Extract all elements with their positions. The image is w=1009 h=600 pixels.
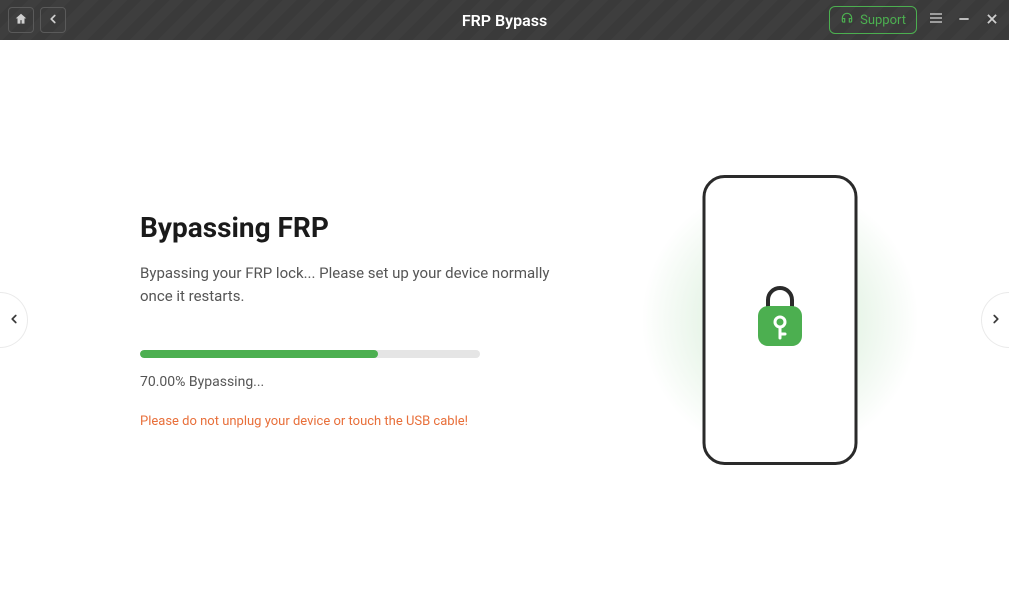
home-icon [14,11,28,30]
progress-fill [140,350,378,358]
back-button[interactable] [40,7,66,33]
close-button[interactable] [983,11,1001,29]
menu-button[interactable] [927,11,945,29]
chevron-right-icon [989,311,1003,330]
status-description: Bypassing your FRP lock... Please set up… [140,262,560,309]
carousel-prev-button[interactable] [0,292,28,348]
progress-track [140,350,480,358]
phone-illustration [680,170,880,470]
chevron-left-icon [46,11,60,30]
progress-status: Bypassing... [189,374,264,390]
chevron-left-icon [7,311,21,330]
titlebar-right: Support [829,6,1001,34]
progress-percent: 70.00% [140,374,185,390]
support-button[interactable]: Support [829,6,917,34]
titlebar-left [8,7,66,33]
support-label: Support [860,13,906,28]
status-panel: Bypassing FRP Bypassing your FRP lock...… [140,211,620,430]
progress-text: 70.00% Bypassing... [140,374,620,390]
content-area: Bypassing FRP Bypassing your FRP lock...… [0,40,1009,600]
warning-message: Please do not unplug your device or touc… [140,414,620,429]
menu-icon [928,10,944,30]
close-icon [985,11,999,30]
home-button[interactable] [8,7,34,33]
carousel-next-button[interactable] [981,292,1009,348]
minimize-button[interactable] [955,11,973,29]
progress-bar [140,350,480,358]
illustration-panel [620,170,939,470]
page-heading: Bypassing FRP [140,211,620,244]
lock-key-icon [744,278,816,362]
minimize-icon [957,11,971,30]
titlebar: FRP Bypass Support [0,0,1009,40]
headset-icon [840,11,854,29]
